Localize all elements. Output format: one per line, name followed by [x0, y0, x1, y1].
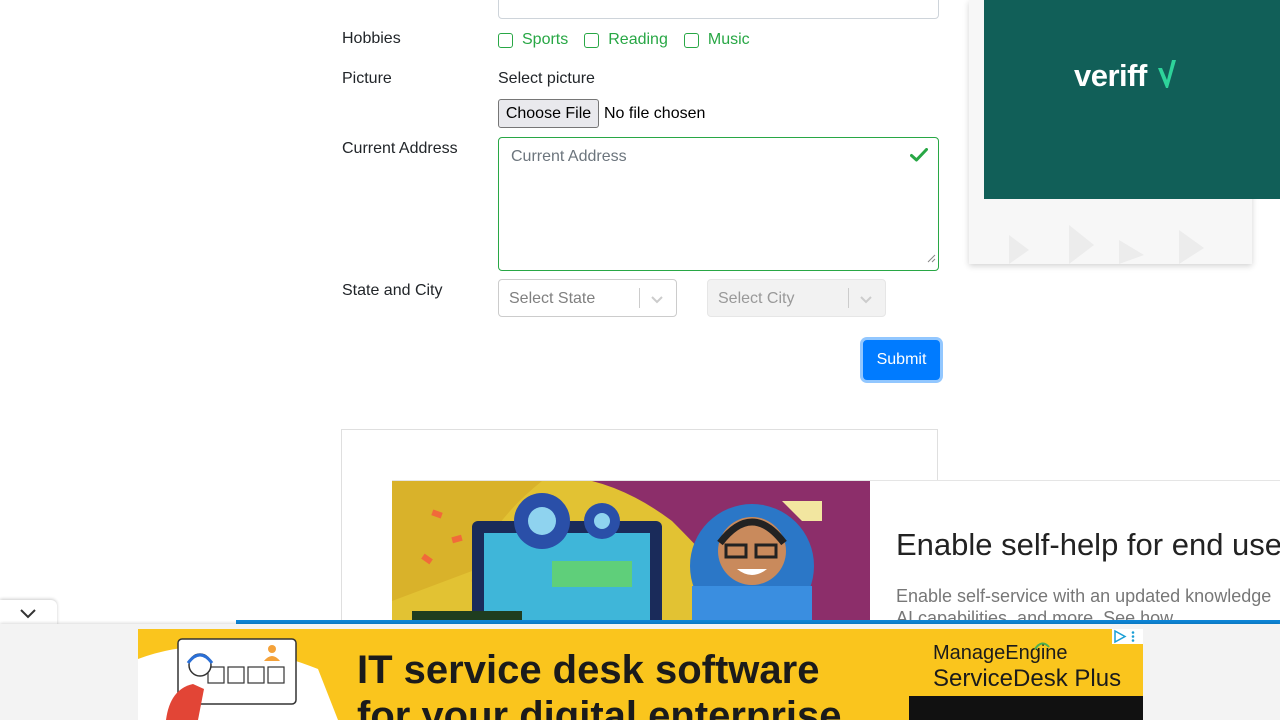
resize-handle-icon[interactable]: [927, 250, 936, 268]
adchoices-icon[interactable]: [1112, 629, 1143, 644]
email-field[interactable]: [498, 0, 939, 19]
ad-headline[interactable]: Enable self-help for end user: [896, 527, 1280, 563]
chevron-down-icon: [20, 609, 36, 619]
ad-illustration: [392, 481, 870, 631]
choose-file-button[interactable]: Choose File: [498, 99, 599, 128]
checkbox-box[interactable]: [584, 32, 600, 48]
hobby-label[interactable]: Music: [708, 31, 750, 49]
checkbox-box[interactable]: [498, 32, 513, 48]
state-select[interactable]: Select State: [498, 279, 677, 317]
veriff-wordmark: veriff: [1074, 58, 1147, 93]
veriff-logo: veriff: [1074, 58, 1179, 94]
state-placeholder: Select State: [509, 290, 596, 307]
banner-headline-line[interactable]: IT service desk software: [357, 647, 842, 693]
ad-body-line: Enable self-service with an updated know…: [896, 586, 1272, 606]
current-address-textarea[interactable]: Current Address: [498, 137, 939, 271]
veriff-mark-icon: [1157, 60, 1176, 88]
city-placeholder: Select City: [718, 290, 795, 307]
valid-check-icon: [910, 148, 928, 167]
bottom-banner-ad[interactable]: IT service desk software for your digita…: [138, 629, 1143, 720]
chevron-down-icon[interactable]: [649, 291, 665, 312]
current-address-label: Current Address: [342, 140, 458, 157]
inline-ad[interactable]: Enable self-help for end user Enable sel…: [392, 480, 1280, 631]
banner-headline[interactable]: IT service desk software for your digita…: [357, 647, 842, 720]
hobby-label[interactable]: Reading: [608, 31, 668, 49]
select-separator: [639, 288, 640, 308]
file-status-text: No file chosen: [604, 105, 706, 122]
hobby-sports-checkbox[interactable]: Sports: [498, 31, 568, 49]
picture-label: Picture: [342, 70, 392, 87]
hobbies-group: Sports Reading Music: [498, 30, 766, 50]
banner-headline-line[interactable]: for your digital enterprise: [357, 693, 842, 720]
submit-button[interactable]: Submit: [863, 340, 940, 380]
brand-arc-icon: [1034, 642, 1050, 650]
select-separator: [848, 288, 849, 308]
helpdesk-illustration: [138, 638, 338, 720]
hobby-music-checkbox[interactable]: Music: [683, 31, 750, 49]
city-select[interactable]: Select City: [707, 279, 886, 317]
banner-cta-button[interactable]: [909, 696, 1143, 720]
banner-product: ServiceDesk Plus: [933, 665, 1122, 692]
state-city-label: State and City: [342, 282, 443, 299]
checkbox-box[interactable]: [683, 32, 699, 48]
collapse-ad-button[interactable]: [0, 600, 57, 626]
hobby-label[interactable]: Sports: [522, 31, 568, 49]
hobbies-label: Hobbies: [342, 30, 401, 47]
address-placeholder: Current Address: [511, 148, 627, 165]
picture-caption: Select picture: [498, 70, 595, 87]
hobby-reading-checkbox[interactable]: Reading: [584, 31, 668, 49]
chevron-down-icon[interactable]: [858, 291, 874, 312]
veriff-ad[interactable]: veriff: [984, 0, 1280, 199]
